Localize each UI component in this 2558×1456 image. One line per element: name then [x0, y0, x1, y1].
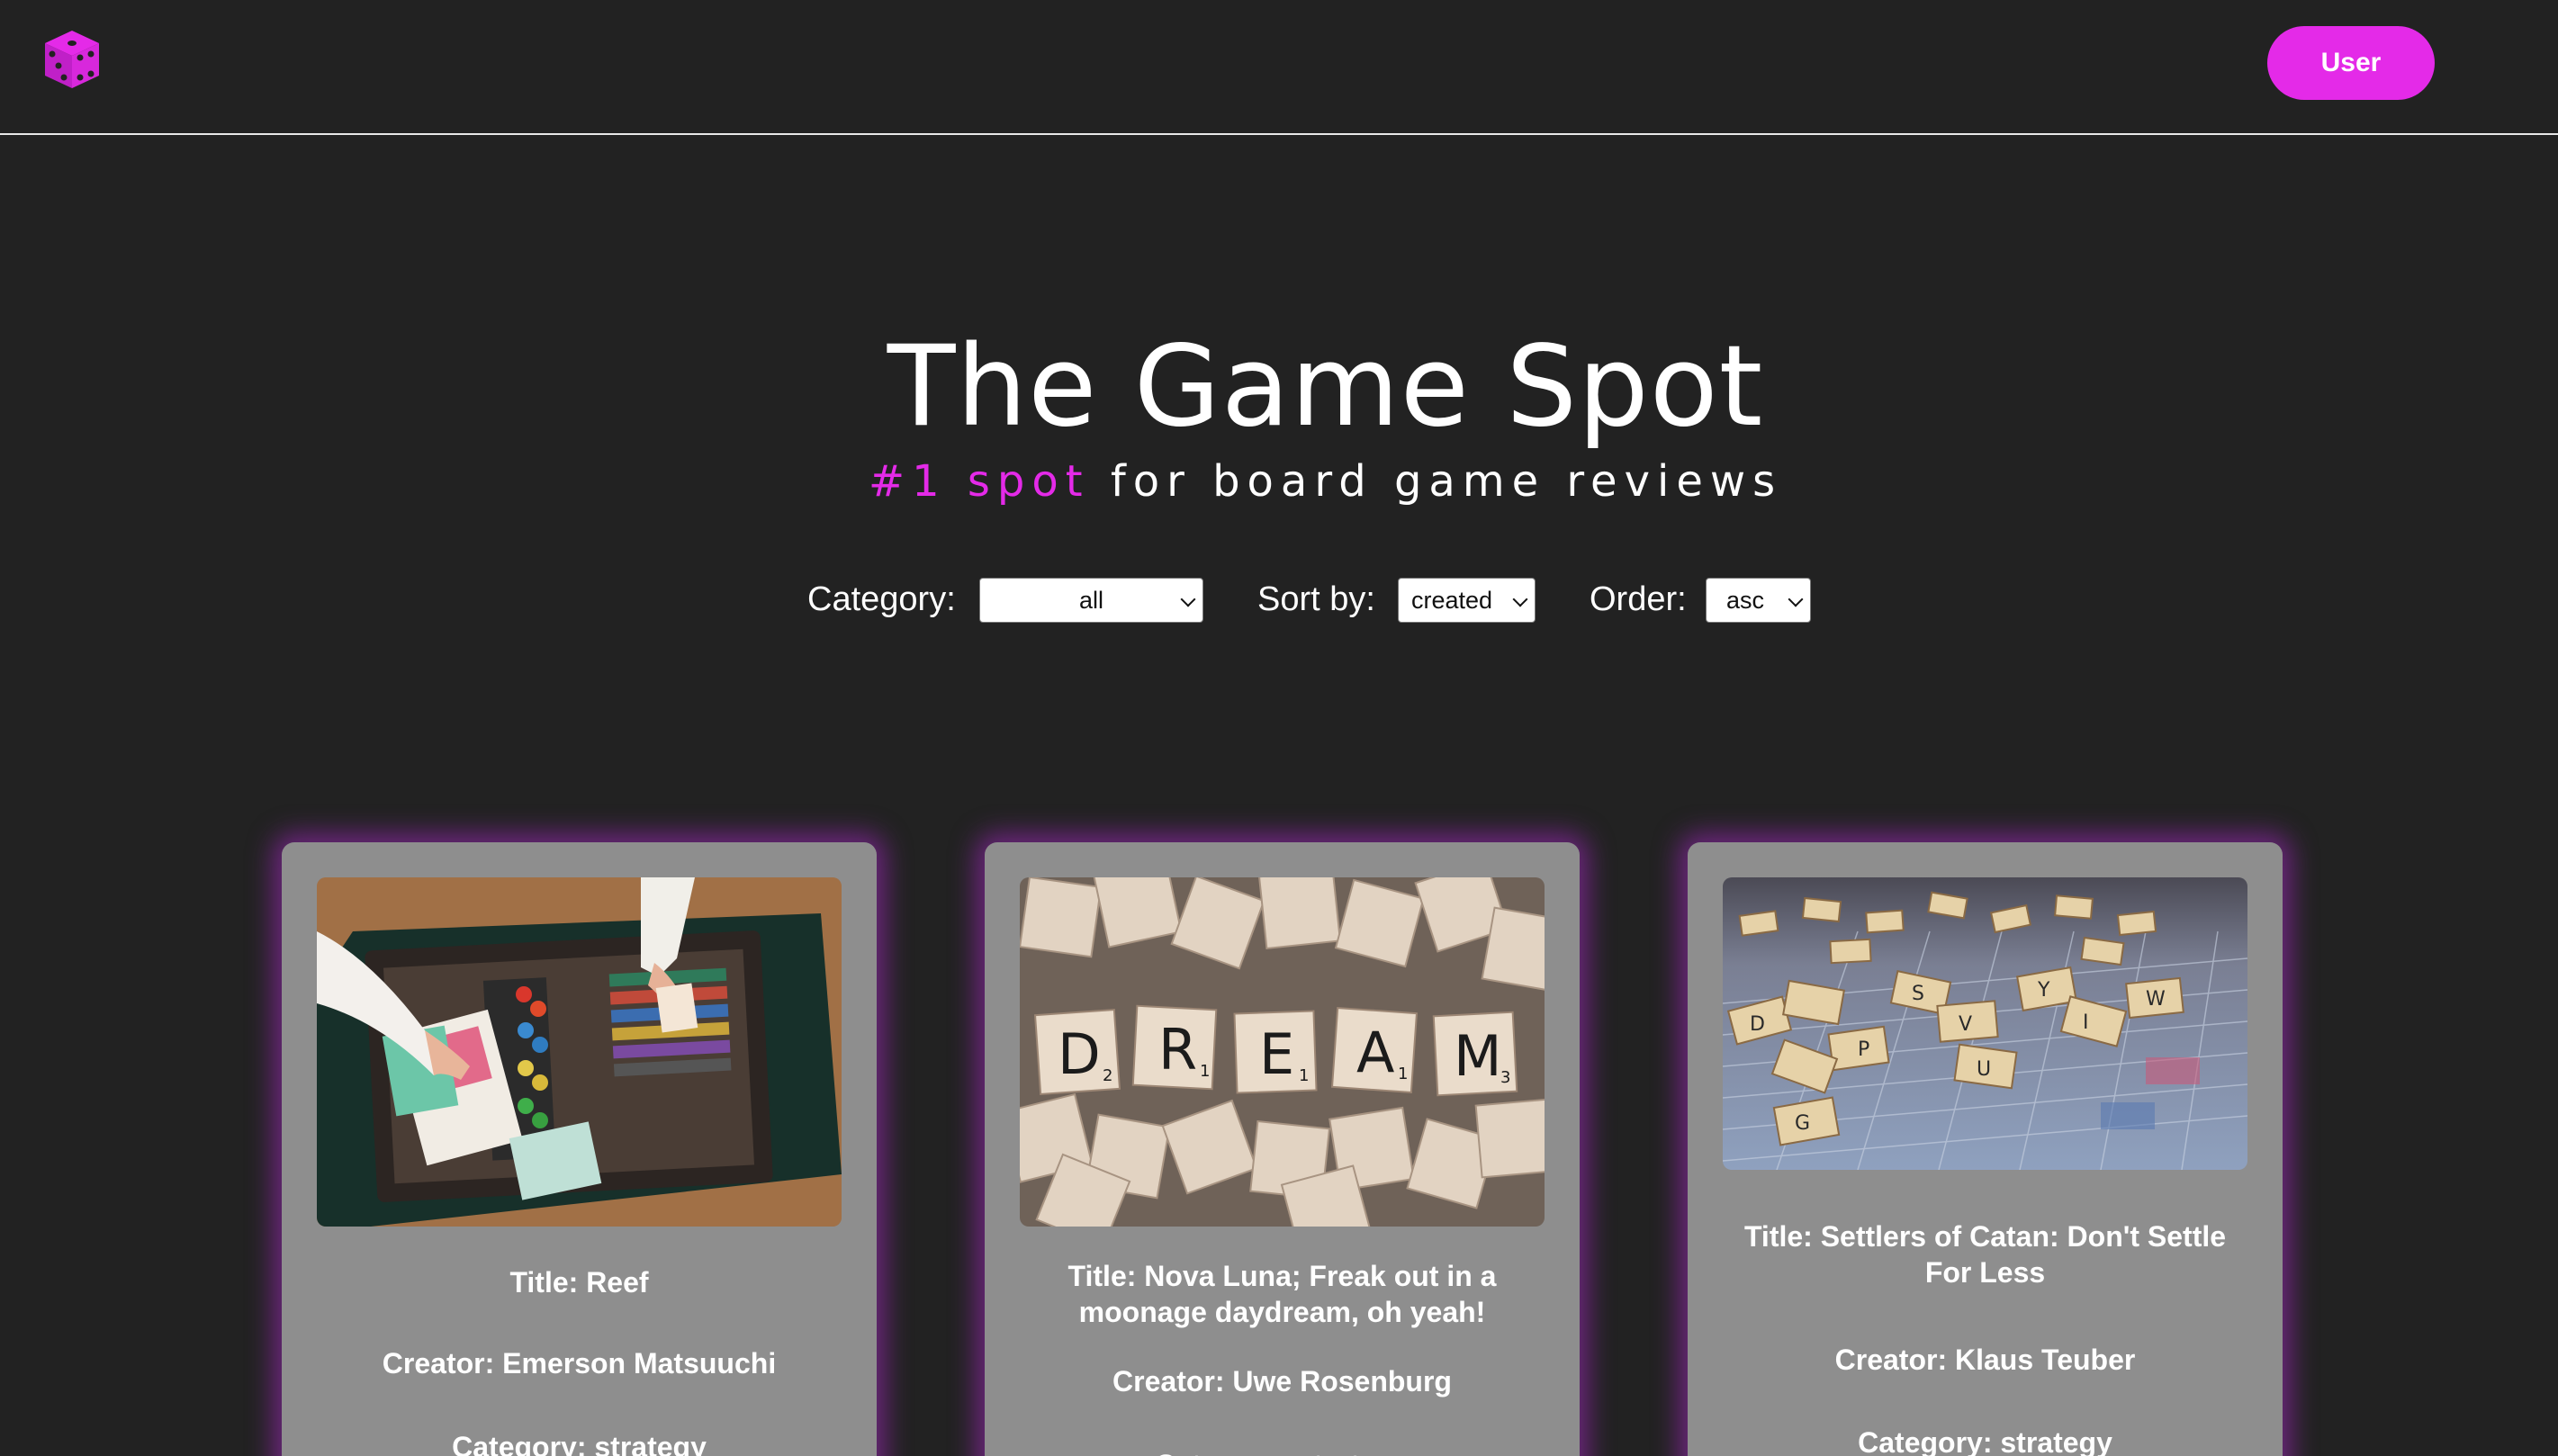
- svg-text:1: 1: [1299, 1066, 1309, 1085]
- review-title: Title: Settlers of Catan: Don't Settle F…: [1743, 1220, 2227, 1289]
- svg-text:P: P: [1858, 1038, 1869, 1061]
- sort-by-label: Sort by:: [1257, 580, 1375, 618]
- svg-text:R: R: [1158, 1017, 1197, 1083]
- svg-text:M: M: [1454, 1023, 1502, 1089]
- svg-text:D: D: [1058, 1021, 1101, 1087]
- chevron-down-icon: [1788, 591, 1804, 607]
- subtitle-text: for board game reviews: [1089, 456, 1783, 507]
- review-creator: Creator: Uwe Rosenburg: [1112, 1365, 1452, 1398]
- svg-text:G: G: [1795, 1112, 1810, 1135]
- order-select-value: asc: [1726, 587, 1765, 614]
- svg-text:3: 3: [1500, 1068, 1510, 1087]
- review-category: Category: strategy: [1858, 1426, 2112, 1456]
- svg-text:A: A: [1356, 1020, 1394, 1085]
- sort-by-select[interactable]: created: [1398, 578, 1536, 623]
- dice-logo-icon[interactable]: [40, 27, 104, 92]
- order-label: Order:: [1590, 580, 1687, 618]
- svg-text:I: I: [2083, 1011, 2089, 1034]
- svg-text:S: S: [1912, 983, 1924, 1005]
- top-nav-bar: User: [0, 0, 2558, 135]
- svg-text:V: V: [1959, 1013, 1972, 1036]
- svg-text:D: D: [1750, 1013, 1765, 1036]
- review-card[interactable]: Title: Reef Creator: Emerson Matsuuchi C…: [282, 842, 877, 1456]
- order-select[interactable]: asc: [1706, 578, 1811, 623]
- review-image[interactable]: D P S V U Y I W G: [1723, 877, 2247, 1170]
- svg-text:Y: Y: [2037, 979, 2050, 1002]
- svg-text:2: 2: [1103, 1066, 1112, 1085]
- svg-text:E: E: [1259, 1021, 1294, 1087]
- svg-text:W: W: [2146, 988, 2166, 1011]
- filter-bar: Category: all Sort by: created Order: as…: [0, 572, 2558, 626]
- subtitle-accent: #1 spot: [868, 456, 1090, 507]
- page-title: The Game Spot: [887, 322, 1764, 452]
- review-creator: Creator: Emerson Matsuuchi: [382, 1347, 777, 1380]
- review-title: Title: Reef: [509, 1266, 649, 1299]
- svg-text:1: 1: [1398, 1065, 1408, 1083]
- review-category: Category: strategy: [452, 1431, 707, 1456]
- review-card[interactable]: DR EA M 2 1 1 1 3 Title: Nova Luna; Freak …: [985, 842, 1580, 1456]
- user-button[interactable]: User: [2267, 26, 2435, 100]
- category-label: Category:: [807, 580, 956, 618]
- review-image[interactable]: DR EA M 2 1 1 1 3: [1020, 877, 1545, 1227]
- review-title: Title: Nova Luna; Freak out in a moonage…: [1067, 1260, 1497, 1328]
- review-card[interactable]: D P S V U Y I W G Title: Settlers of Catan: …: [1688, 842, 2283, 1456]
- chevron-down-icon: [1180, 591, 1196, 607]
- review-image[interactable]: [317, 877, 842, 1227]
- category-select-value: all: [1078, 587, 1103, 614]
- svg-text:1: 1: [1200, 1062, 1210, 1081]
- chevron-down-icon: [1512, 591, 1528, 607]
- sort-by-select-value: created: [1411, 587, 1493, 614]
- review-category: Category: strategy: [1021, 1447, 1544, 1456]
- svg-text:U: U: [1977, 1058, 1991, 1081]
- review-creator: Creator: Klaus Teuber: [1834, 1344, 2136, 1376]
- page-subtitle: #1 spot for board game reviews: [0, 450, 2558, 513]
- category-select[interactable]: all: [979, 578, 1203, 623]
